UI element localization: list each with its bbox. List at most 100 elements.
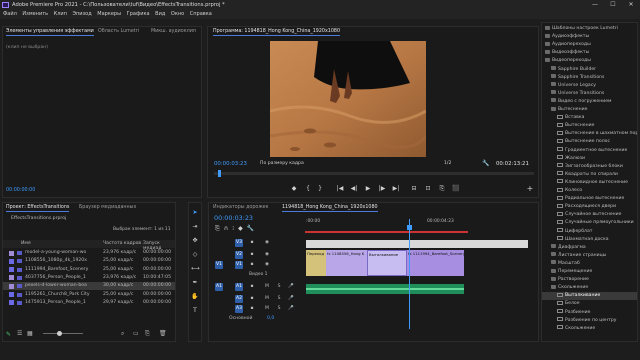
microphone-icon[interactable]: 🎤 — [287, 283, 295, 291]
label-color-swatch[interactable] — [9, 275, 14, 281]
effects-folder[interactable]: Вытеснение — [542, 106, 637, 114]
label-color-swatch[interactable] — [9, 267, 14, 273]
timeline-playhead[interactable] — [409, 219, 410, 329]
work-area-bar[interactable] — [305, 231, 468, 233]
effects-folder[interactable]: Скольжение — [542, 284, 637, 292]
tab-track-indicators[interactable]: Индикаторы дорожек — [213, 203, 268, 212]
effects-folder[interactable]: Universe Transitions — [542, 90, 637, 98]
effect-item[interactable]: Вытеснение — [542, 122, 637, 130]
effect-item[interactable]: Белое — [542, 300, 637, 308]
effect-item[interactable]: Расходящиеся двери — [542, 203, 637, 211]
effect-item[interactable]: Жалюзи — [542, 155, 637, 163]
toggle-output-icon[interactable]: ◉ — [263, 251, 271, 259]
hand-tool-icon[interactable]: ✋ — [191, 293, 199, 301]
effects-folder[interactable]: Шаблоны настроек Lumetri — [542, 25, 637, 33]
toggle-output-icon[interactable]: ◉ — [263, 239, 271, 247]
effects-folder[interactable]: Sapphire Transitions — [542, 74, 637, 82]
mark-out-button[interactable]: } — [316, 185, 324, 193]
program-timecode[interactable]: 00:00:03:23 — [214, 161, 247, 167]
pencil-icon[interactable]: ✎ — [6, 331, 11, 338]
wrench-icon[interactable]: 🔧 — [482, 160, 489, 167]
menu-view[interactable]: Вид — [155, 11, 165, 17]
effects-folder[interactable]: Sapphire Builder — [542, 66, 637, 74]
list-view-icon[interactable]: ☰ — [17, 330, 22, 337]
tab-audio-clip-mixer[interactable]: Микш. аудиоклип — [151, 27, 196, 36]
add-button[interactable]: + — [526, 185, 534, 193]
effect-item[interactable]: Циферблат — [542, 228, 637, 236]
mark-in-button[interactable]: { — [304, 185, 312, 193]
tab-media-browser[interactable]: Браузер медиаданных — [79, 203, 136, 212]
timeline-timecode[interactable]: 00:00:03:23 — [214, 214, 253, 222]
video-clip-barefoot[interactable]: fx 1111994_Barefoot_Scenery — [407, 250, 464, 276]
go-to-in-button[interactable]: |◀ — [336, 185, 344, 193]
slip-tool-icon[interactable]: ⟷ — [191, 265, 200, 273]
resolution-dropdown[interactable]: 1/2 — [444, 161, 451, 166]
project-row[interactable]: model-a-young-woman-wo 23,976 кадр/с 00:00… — [3, 249, 175, 257]
new-item-icon[interactable]: ⎘ — [145, 330, 150, 338]
effects-folder[interactable]: Universe Legacy — [542, 82, 637, 90]
mute-button[interactable]: M — [263, 295, 271, 303]
column-name[interactable]: Имя — [21, 241, 31, 246]
effect-item[interactable]: Клиновидное вытеснение — [542, 179, 637, 187]
lock-icon[interactable]: ▪ — [248, 283, 256, 291]
play-button[interactable]: ▶ — [364, 185, 372, 193]
effects-folder[interactable]: Растворение — [542, 276, 637, 284]
effect-item[interactable]: Вставка — [542, 114, 637, 122]
project-row[interactable]: 1108556_1080p_4k_1920x 25,00 кадр/с 00:00:… — [3, 257, 175, 265]
track-target[interactable]: V3 — [235, 239, 243, 247]
selection-tool-icon[interactable]: ➤ — [191, 209, 199, 217]
effects-folder[interactable]: Перемещение — [542, 268, 637, 276]
effect-item[interactable]: Скольжение — [542, 325, 637, 333]
lock-icon[interactable]: ▪ — [248, 295, 256, 303]
effect-item[interactable]: Зигзагообразные блоки — [542, 163, 637, 171]
effect-item[interactable]: Случайное вытеснение — [542, 211, 637, 219]
menu-sequence[interactable]: Эпизод — [73, 11, 92, 17]
effects-folder[interactable]: Видеоэффекты — [542, 49, 637, 57]
new-bin-icon[interactable]: ▭ — [133, 330, 139, 337]
menu-clip[interactable]: Клип — [54, 11, 67, 17]
zoom-slider[interactable] — [43, 331, 83, 336]
tab-sequence[interactable]: 1194818_Hong Kong_China_1920x1080 — [282, 203, 378, 212]
effect-controls-timecode[interactable]: 00:00:00:00 — [6, 188, 35, 193]
effects-folder[interactable]: Видео с погружением — [542, 98, 637, 106]
icon-view-icon[interactable]: ▦ — [27, 330, 33, 337]
lock-icon[interactable]: ▪ — [248, 251, 256, 259]
track-target[interactable]: V1 — [235, 261, 243, 269]
close-button[interactable]: ✕ — [622, 0, 640, 10]
project-row[interactable]: 1111994_Barefoot_Scenery 25,00 кадр/с 00:0… — [3, 266, 175, 274]
effect-item[interactable]: Колесо — [542, 187, 637, 195]
go-to-out-button[interactable]: ▶| — [392, 185, 400, 193]
tab-effect-controls[interactable]: Элементы управления эффектами — [6, 27, 94, 36]
effect-item[interactable]: Вытеснение полос — [542, 138, 637, 146]
lock-icon[interactable]: ▪ — [248, 261, 256, 269]
comparison-view-button[interactable]: ⬛ — [452, 185, 460, 193]
timeline-tool-icons[interactable]: ⎘∩⁝◆🔧 — [215, 225, 258, 233]
menu-markers[interactable]: Маркеры — [97, 11, 121, 17]
master-volume[interactable]: 0,0 — [267, 316, 274, 321]
toggle-output-icon[interactable]: ◉ — [263, 261, 271, 269]
label-color-swatch[interactable] — [9, 300, 14, 306]
effects-folder[interactable]: Аудиоэффекты — [542, 33, 637, 41]
label-color-swatch[interactable] — [9, 258, 14, 264]
mute-button[interactable]: M — [263, 283, 271, 291]
program-monitor-title[interactable]: Программа: 1194818_Hong Kong_China_1920x… — [213, 27, 341, 36]
effect-item[interactable]: Разбиение по центру — [542, 317, 637, 325]
effects-folder[interactable]: Листание страницы — [542, 252, 637, 260]
pen-tool-icon[interactable]: ✒ — [191, 279, 199, 287]
mute-button[interactable]: M — [263, 305, 271, 313]
source-patch-v1[interactable]: V1 — [215, 261, 223, 269]
effect-item[interactable]: Радиальное вытеснение — [542, 195, 637, 203]
track-target[interactable]: A2 — [235, 295, 243, 303]
column-frame-rate[interactable]: Частота кадров — [103, 241, 141, 246]
program-scrub-bar[interactable] — [214, 170, 534, 177]
lock-icon[interactable]: ▪ — [248, 305, 256, 313]
label-color-swatch[interactable] — [9, 283, 14, 289]
effect-item[interactable]: Случайные прямоугольники — [542, 219, 637, 227]
lock-icon[interactable]: ▪ — [248, 239, 256, 247]
lift-button[interactable]: ⊟ — [410, 185, 418, 193]
step-back-button[interactable]: ◀| — [350, 185, 358, 193]
solo-button[interactable]: S — [275, 283, 283, 291]
track-target[interactable]: V2 — [235, 251, 243, 259]
project-row[interactable]: 1195261_Church8_Park City 25,00 кадр/с 00:… — [3, 291, 175, 299]
type-tool-icon[interactable]: T — [191, 307, 199, 315]
